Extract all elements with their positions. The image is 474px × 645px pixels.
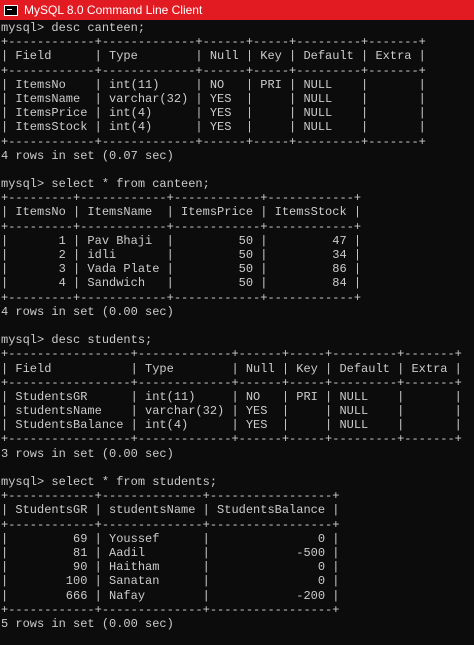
console-line: | ItemsNo | int(11) | NO | PRI | NULL | … [1, 77, 426, 92]
console-line: 4 rows in set (0.00 sec) [1, 304, 174, 319]
console-line: | 69 | Youssef | 0 | [1, 531, 340, 546]
console-line: | StudentsGR | studentsName | StudentsBa… [1, 503, 340, 518]
console-line: | 4 | Sandwich | 50 | 84 | [1, 276, 362, 291]
console-line: | 100 | Sanatan | 0 | [1, 574, 340, 589]
console-line: | 666 | Nafay | -200 | [1, 588, 340, 603]
window-title: MySQL 8.0 Command Line Client [24, 3, 203, 17]
console-line: +-----------------+-------------+------+… [1, 432, 462, 447]
console-line: 3 rows in set (0.00 sec) [1, 446, 174, 461]
console-line: +-----------------+-------------+------+… [1, 347, 462, 362]
console-line: 5 rows in set (0.00 sec) [1, 616, 174, 631]
console-line: | 3 | Vada Plate | 50 | 86 | [1, 262, 362, 277]
console-line: +------------+-------------+------+-----… [1, 63, 426, 78]
console-line: | 2 | idli | 50 | 34 | [1, 248, 362, 262]
console-line: | studentsName | varchar(32) | YES | | N… [1, 404, 462, 419]
console-line: +------------+--------------+-----------… [1, 602, 340, 617]
console-line: +---------+------------+------------+---… [1, 219, 362, 234]
console-line: | Field | Type | Null | Key | Default | … [1, 361, 462, 376]
mysql-console-window: MySQL 8.0 Command Line Client mysql> des… [0, 0, 474, 645]
console-line: +---------+------------+------------+---… [1, 191, 362, 206]
title-bar[interactable]: MySQL 8.0 Command Line Client [0, 0, 474, 20]
console-icon [4, 4, 18, 16]
console-line: | ItemsPrice | int(4) | YES | | NULL | | [1, 106, 426, 121]
console-line: mysql> select * from students; [1, 475, 218, 489]
console-line: +------------+-------------+------+-----… [1, 134, 426, 149]
console-line: | ItemsStock | int(4) | YES | | NULL | | [1, 120, 426, 135]
console-line: | ItemsName | varchar(32) | YES | | NULL… [1, 91, 426, 106]
console-line: | Field | Type | Null | Key | Default | … [1, 49, 426, 64]
console-line: | 81 | Aadil | -500 | [1, 545, 340, 560]
console-line: mysql> desc canteen; [1, 21, 146, 35]
console-line: | 90 | Haitham | 0 | [1, 560, 340, 575]
console-line: 4 rows in set (0.07 sec) [1, 148, 174, 163]
console-output[interactable]: mysql> desc canteen; +------------+------… [0, 20, 474, 645]
console-line: | 1 | Pav Bhaji | 50 | 47 | [1, 233, 362, 248]
console-line: +------------+--------------+-----------… [1, 489, 340, 504]
console-line: mysql> desc students; [1, 333, 153, 348]
console-line: | StudentsBalance | int(4) | YES | | NUL… [1, 418, 462, 433]
console-line: mysql> select * from canteen; [1, 177, 210, 192]
console-line: +-----------------+-------------+------+… [1, 375, 462, 390]
console-line: +---------+------------+------------+---… [1, 290, 362, 305]
console-line: | StudentsGR | int(11) | NO | PRI | NULL… [1, 389, 462, 404]
console-line: +------------+--------------+-----------… [1, 517, 340, 532]
console-line: | ItemsNo | ItemsName | ItemsPrice | Ite… [1, 205, 362, 220]
console-line: +------------+-------------+------+-----… [1, 35, 426, 50]
